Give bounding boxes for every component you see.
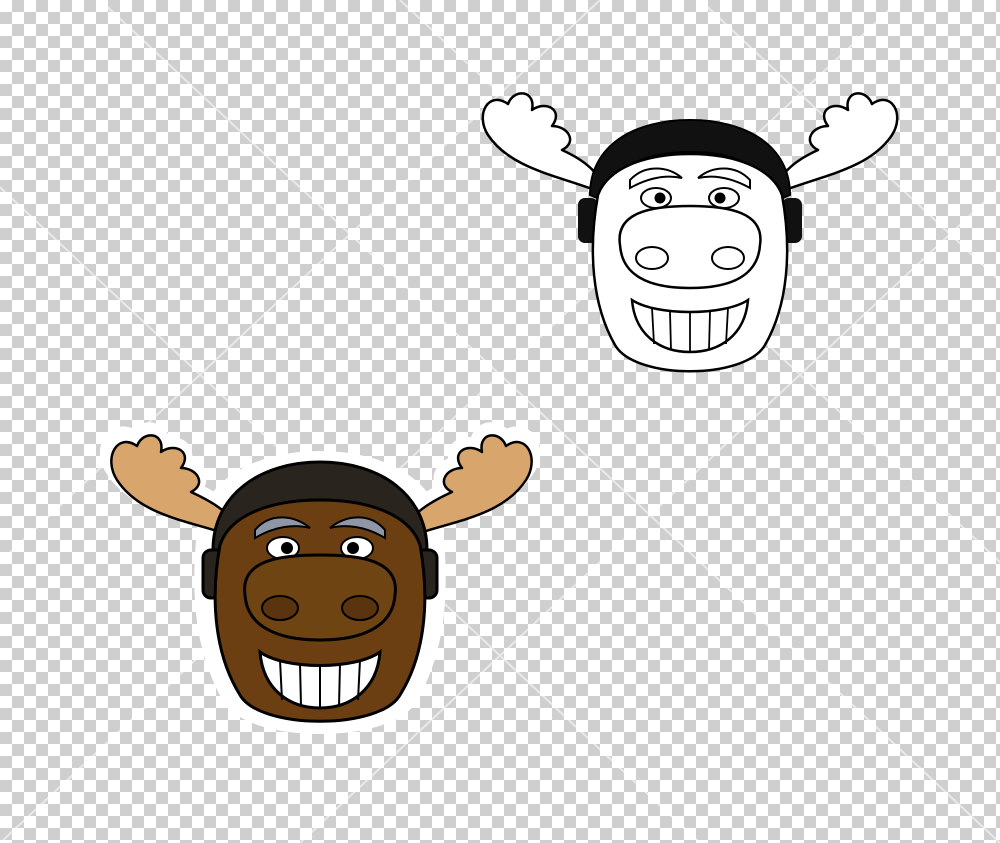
moose-head-color xyxy=(100,422,540,734)
antler-right xyxy=(406,434,533,537)
moose-head-outline xyxy=(481,92,899,373)
